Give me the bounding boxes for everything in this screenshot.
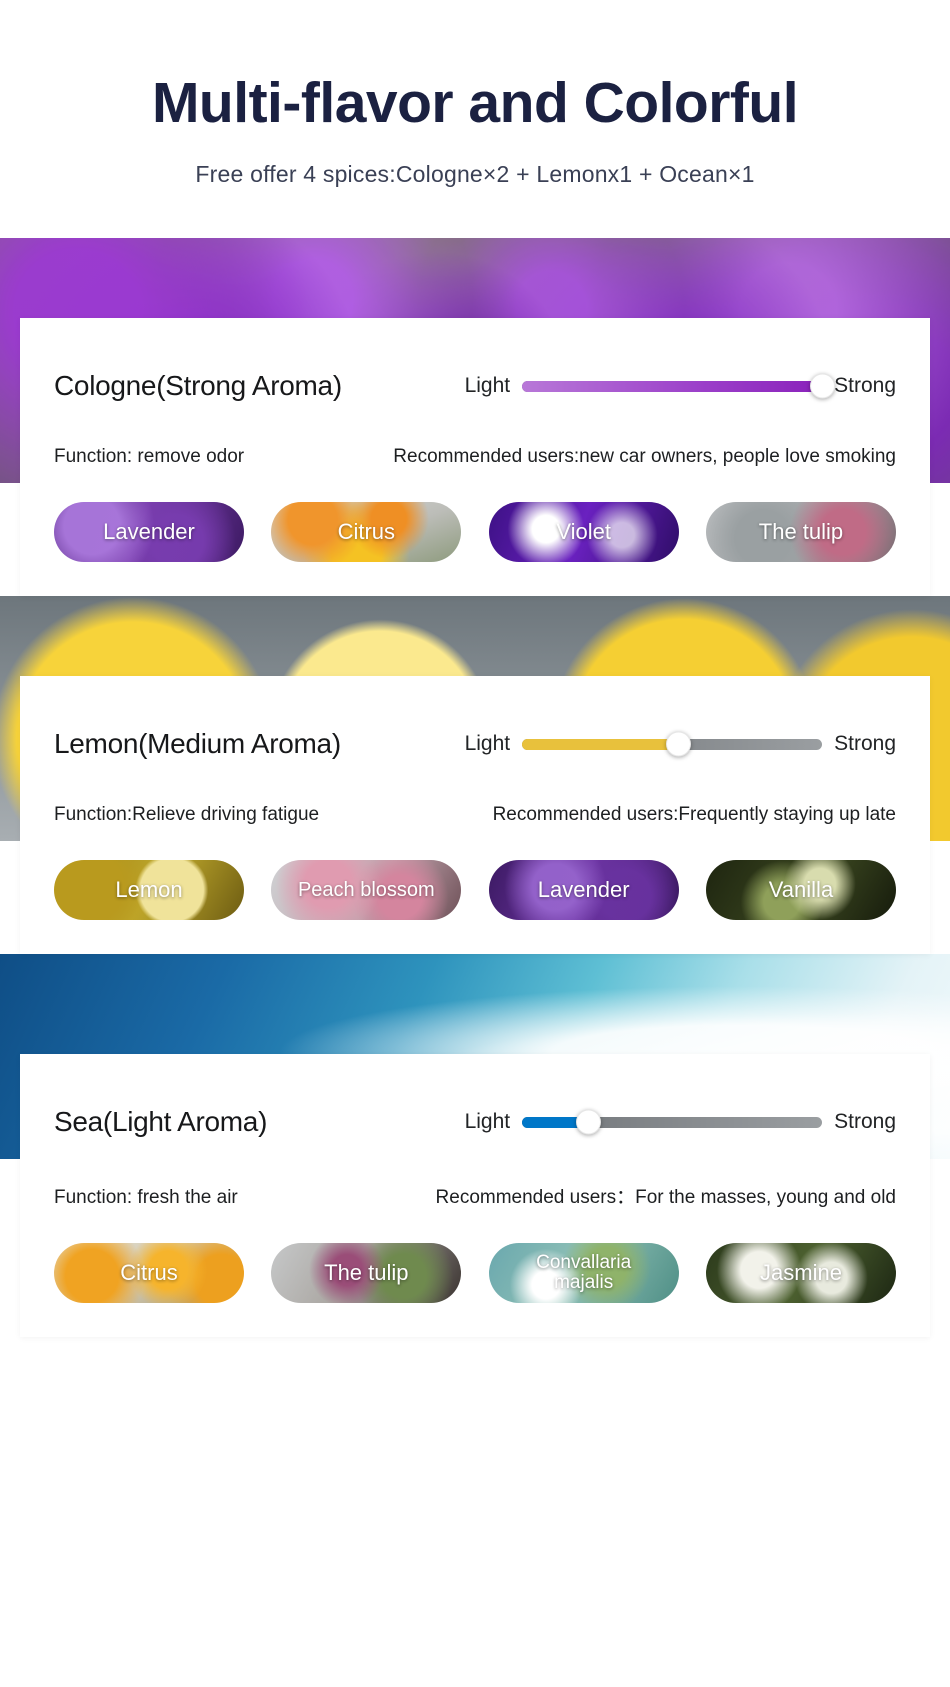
intensity-slider-thumb[interactable] bbox=[576, 1109, 602, 1135]
scent-chip[interactable]: Jasmine bbox=[705, 1243, 896, 1303]
intensity-slider-track[interactable] bbox=[522, 1109, 823, 1135]
scent-chip[interactable]: The tulip bbox=[705, 502, 896, 562]
scent-card-header: Sea(Light Aroma) Light Strong bbox=[54, 1094, 896, 1150]
scent-chip-label: Jasmine bbox=[760, 1260, 842, 1286]
page-title: Multi-flavor and Colorful bbox=[151, 71, 799, 135]
scent-card-header: Lemon(Medium Aroma) Light Strong bbox=[54, 716, 896, 772]
page-subtitle: Free offer 4 spices:Cologne×2 + Lemonx1 … bbox=[195, 160, 755, 187]
scent-card-header: Cologne(Strong Aroma) Light Strong bbox=[54, 358, 896, 414]
scent-chip[interactable]: Citrus bbox=[271, 502, 462, 562]
scent-card-cologne: Cologne(Strong Aroma) Light Strong Funct… bbox=[20, 318, 930, 596]
scent-chip[interactable]: Vanilla bbox=[705, 860, 896, 920]
scent-title: Sea(Light Aroma) bbox=[54, 1106, 268, 1137]
slider-max-label: Strong bbox=[834, 374, 896, 397]
intensity-slider-group[interactable]: Light Strong bbox=[464, 1109, 896, 1135]
scent-users-text: Recommended users：For the masses, young … bbox=[435, 1187, 896, 1208]
intensity-slider-fill bbox=[522, 380, 823, 392]
scent-meta-row: Function: remove odor Recommended users:… bbox=[54, 446, 896, 468]
scent-chip[interactable]: Convallaria majalis bbox=[488, 1243, 679, 1303]
scent-chip[interactable]: Peach blossom bbox=[271, 860, 462, 920]
slider-min-label: Light bbox=[464, 1110, 511, 1133]
scent-section-sea: Sea(Light Aroma) Light Strong Function: … bbox=[0, 954, 950, 1337]
scent-card-lemon: Lemon(Medium Aroma) Light Strong Functio… bbox=[20, 676, 930, 954]
scent-chip-label: Vanilla bbox=[768, 877, 834, 903]
scent-chip-label: Peach blossom bbox=[297, 878, 435, 901]
scent-meta-row: Function:Relieve driving fatigue Recomme… bbox=[54, 804, 896, 826]
scent-function-text: Function: remove odor bbox=[54, 446, 245, 467]
scent-chip-label: Lavender bbox=[537, 877, 630, 903]
scent-chip-label: Violet bbox=[556, 519, 611, 545]
scent-chip[interactable]: Lavender bbox=[54, 502, 244, 562]
scent-chip-label: Lavender bbox=[103, 519, 195, 545]
scent-card-sea: Sea(Light Aroma) Light Strong Function: … bbox=[20, 1054, 930, 1337]
scent-chip-label: Citrus bbox=[337, 519, 396, 545]
scent-chip-row: Lemon Peach blossom Lavender Vanilla bbox=[54, 860, 896, 920]
scent-function-text: Function:Relieve driving fatigue bbox=[54, 804, 320, 825]
page-header: Multi-flavor and Colorful Free offer 4 s… bbox=[0, 0, 950, 238]
scent-chip-label: Convallaria majalis bbox=[536, 1252, 632, 1293]
slider-max-label: Strong bbox=[834, 732, 896, 755]
intensity-slider-fill bbox=[522, 738, 679, 750]
intensity-slider-group[interactable]: Light Strong bbox=[464, 373, 896, 399]
intensity-slider-group[interactable]: Light Strong bbox=[464, 731, 896, 757]
scent-users-text: Recommended users:new car owners, people… bbox=[393, 446, 896, 467]
scent-chip-row: Lavender Citrus Violet The tulip bbox=[54, 502, 896, 562]
scent-chip-row: Citrus The tulip Convallaria majalis Jas… bbox=[54, 1243, 896, 1303]
scent-section-lemon: Lemon(Medium Aroma) Light Strong Functio… bbox=[0, 596, 950, 954]
scent-chip[interactable]: Lavender bbox=[488, 860, 679, 920]
slider-min-label: Light bbox=[464, 374, 511, 397]
scent-chip-label: The tulip bbox=[324, 1260, 409, 1286]
intensity-slider-thumb[interactable] bbox=[666, 731, 692, 757]
slider-min-label: Light bbox=[464, 732, 511, 755]
scent-chip[interactable]: The tulip bbox=[271, 1243, 462, 1303]
scent-function-text: Function: fresh the air bbox=[54, 1187, 238, 1208]
scent-chip[interactable]: Citrus bbox=[54, 1243, 244, 1303]
scent-section-cologne: Cologne(Strong Aroma) Light Strong Funct… bbox=[0, 238, 950, 596]
scent-title: Lemon(Medium Aroma) bbox=[54, 728, 341, 759]
scent-chip-label: Citrus bbox=[120, 1260, 178, 1286]
intensity-slider-track[interactable] bbox=[522, 731, 823, 757]
intensity-slider-track[interactable] bbox=[522, 373, 836, 399]
scent-title: Cologne(Strong Aroma) bbox=[54, 370, 342, 401]
slider-max-label: Strong bbox=[834, 1110, 896, 1133]
scent-chip-label: Lemon bbox=[115, 877, 183, 903]
scent-users-text: Recommended users:Frequently staying up … bbox=[492, 804, 896, 825]
scent-chip[interactable]: Lemon bbox=[54, 860, 244, 920]
scent-meta-row: Function: fresh the air Recommended user… bbox=[54, 1182, 896, 1209]
intensity-slider-thumb[interactable] bbox=[810, 373, 836, 399]
scent-chip[interactable]: Violet bbox=[488, 502, 679, 562]
scent-chip-label: The tulip bbox=[758, 519, 844, 545]
